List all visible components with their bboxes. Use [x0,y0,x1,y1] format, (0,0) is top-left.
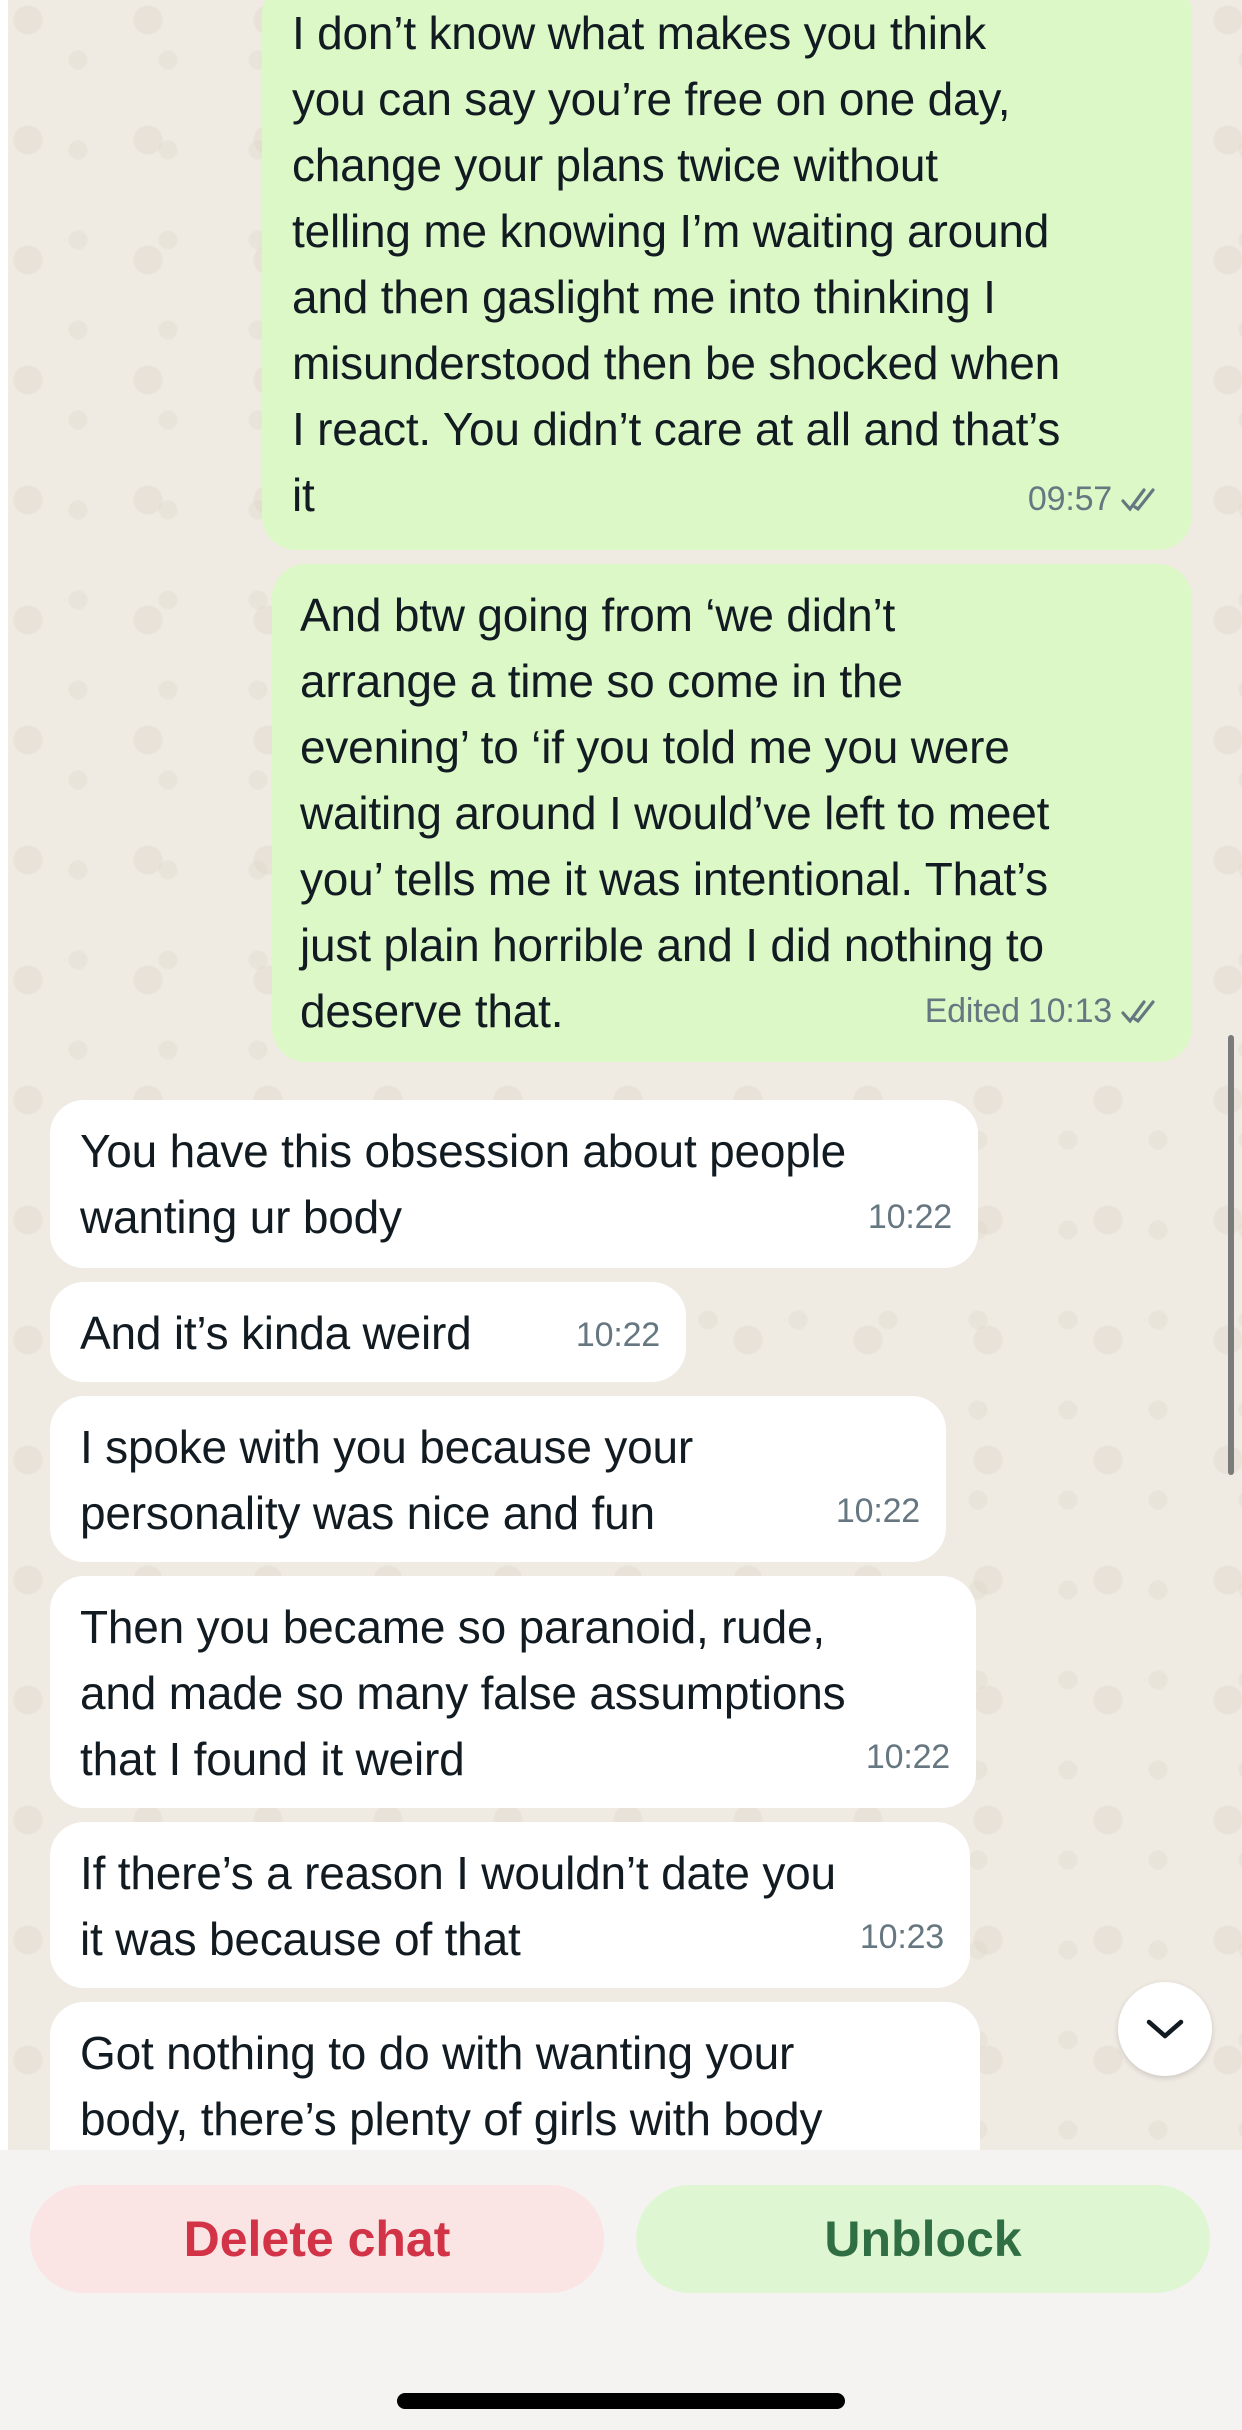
message-text: If there’s a reason I wouldn’t date you … [80,1847,836,1965]
message-meta: 10:22 [868,1184,952,1250]
incoming-message[interactable]: If there’s a reason I wouldn’t date you … [50,1822,970,1988]
scroll-indicator[interactable] [1228,1035,1234,1475]
message-meta: 10:23 [860,1904,944,1970]
home-indicator[interactable] [397,2393,845,2409]
delete-chat-label: Delete chat [183,2211,451,2267]
message-text: I don’t know what makes you think you ca… [292,7,1061,521]
message-text: Then you became so paranoid, rude, and m… [80,1601,846,1785]
outgoing-message[interactable]: And btw going from ‘we didn’t arrange a … [272,564,1192,1062]
outgoing-message[interactable]: I don’t know what makes you think you ca… [262,0,1192,550]
message-meta: 10:22 [576,1302,660,1368]
incoming-message[interactable]: I spoke with you because your personalit… [50,1396,946,1562]
message-meta: Edited 10:13 [925,978,1166,1044]
message-time: 10:22 [575,1316,660,1354]
message-time: 10:22 [835,1492,920,1530]
double-check-icon [1121,1000,1155,1024]
message-text: And btw going from ‘we didn’t arrange a … [300,589,1050,1037]
message-time: 10:13 [1027,992,1112,1030]
incoming-message[interactable]: You have this obsession about people wan… [50,1100,978,1268]
message-time: 10:22 [865,1738,950,1776]
message-text: You have this obsession about people wan… [80,1125,847,1243]
message-text: And it’s kinda weird [80,1307,472,1359]
message-text: I spoke with you because your personalit… [80,1421,693,1539]
unblock-label: Unblock [824,2211,1022,2267]
edited-label: Edited [924,992,1020,1030]
incoming-message[interactable]: Then you became so paranoid, rude, and m… [50,1576,976,1808]
screen-edge [0,0,8,2150]
incoming-message[interactable]: And it’s kinda weird 10:22 [50,1282,686,1382]
message-time: 10:23 [859,1918,944,1956]
double-check-icon [1121,488,1155,512]
scroll-down-button[interactable] [1118,1982,1212,2076]
unblock-button[interactable]: Unblock [636,2185,1210,2293]
message-meta: 10:22 [836,1478,920,1544]
message-time: 10:22 [867,1198,952,1236]
message-meta: 09:57 [1028,466,1166,532]
delete-chat-button[interactable]: Delete chat [30,2185,604,2293]
message-time: 09:57 [1027,480,1112,518]
message-text: Got nothing to do with wanting your body… [80,2027,823,2145]
chevron-down-icon [1146,2019,1184,2039]
message-meta: 10:22 [866,1724,950,1790]
